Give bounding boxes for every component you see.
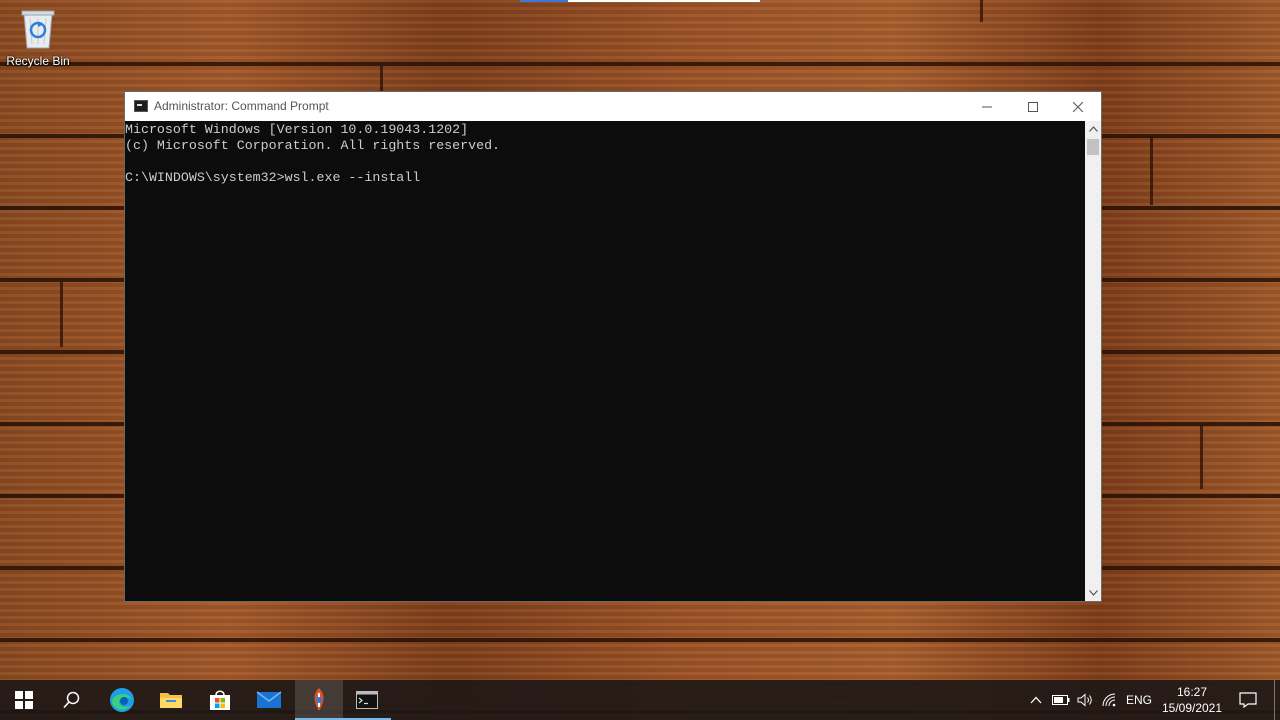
edge-icon xyxy=(110,688,134,712)
console-line: (c) Microsoft Corporation. All rights re… xyxy=(125,138,501,153)
taskbar-file-explorer[interactable] xyxy=(147,680,195,720)
show-hidden-icons-button[interactable] xyxy=(1026,680,1046,720)
app-icon xyxy=(314,688,324,711)
console-line: Microsoft Windows [Version 10.0.19043.12… xyxy=(125,122,469,137)
wood-seam xyxy=(1200,425,1203,489)
scroll-down-button[interactable] xyxy=(1085,585,1101,601)
close-button[interactable] xyxy=(1055,92,1101,121)
volume-button[interactable] xyxy=(1074,680,1096,720)
taskbar-store[interactable] xyxy=(196,680,244,720)
recycle-bin-icon xyxy=(21,10,55,49)
windows-logo-icon xyxy=(15,691,33,709)
wood-seam xyxy=(60,281,63,347)
taskbar-command-prompt[interactable] xyxy=(343,680,391,720)
cmd-icon xyxy=(356,691,378,709)
scroll-up-button[interactable] xyxy=(1085,121,1101,137)
speaker-icon xyxy=(1077,693,1092,707)
taskbar-active-app[interactable] xyxy=(295,680,343,720)
folder-icon xyxy=(160,693,182,708)
console-prompt-line: C:\WINDOWS\system32>wsl.exe --install xyxy=(125,170,421,185)
minimize-button[interactable] xyxy=(964,92,1010,121)
wood-seam xyxy=(380,66,383,94)
top-edge-strip xyxy=(520,0,760,2)
cmd-window-icon xyxy=(134,100,148,112)
taskbar: ENG 16:27 15/09/2021 xyxy=(0,680,1280,720)
vertical-scrollbar[interactable] xyxy=(1085,121,1101,601)
action-center-button[interactable] xyxy=(1234,680,1262,720)
wood-seam xyxy=(1150,137,1153,205)
taskbar-mail[interactable] xyxy=(245,680,293,720)
scrollbar-thumb[interactable] xyxy=(1087,139,1099,155)
notification-icon xyxy=(1239,692,1257,708)
recycle-bin-label: Recycle Bin xyxy=(6,54,70,68)
wood-seam xyxy=(980,0,983,22)
minimize-icon xyxy=(982,106,992,107)
start-button[interactable] xyxy=(0,680,48,720)
battery-icon xyxy=(1052,695,1070,705)
taskbar-edge[interactable] xyxy=(98,680,146,720)
network-button[interactable] xyxy=(1099,680,1121,720)
search-icon xyxy=(63,691,80,709)
clock-date: 15/09/2021 xyxy=(1161,701,1223,715)
chevron-up-icon xyxy=(1030,696,1042,704)
language-indicator[interactable]: ENG xyxy=(1124,680,1154,720)
chevron-up-icon xyxy=(1088,126,1098,132)
wifi-icon xyxy=(1102,693,1116,707)
maximize-button[interactable] xyxy=(1010,92,1056,121)
store-icon xyxy=(210,690,230,710)
command-prompt-window[interactable]: Administrator: Command Prompt Microsoft … xyxy=(124,91,1102,602)
mail-icon xyxy=(256,691,282,708)
search-button[interactable] xyxy=(48,680,96,720)
window-title: Administrator: Command Prompt xyxy=(154,99,329,113)
maximize-icon xyxy=(1028,101,1038,112)
chevron-down-icon xyxy=(1088,590,1098,596)
show-desktop-button[interactable] xyxy=(1274,680,1280,720)
clock[interactable]: 16:27 15/09/2021 xyxy=(1156,684,1228,716)
title-bar[interactable]: Administrator: Command Prompt xyxy=(125,92,1101,121)
recycle-bin[interactable]: Recycle Bin xyxy=(2,6,74,76)
clock-time: 16:27 xyxy=(1176,685,1208,699)
close-icon xyxy=(1073,101,1083,112)
battery-button[interactable] xyxy=(1050,680,1072,720)
console-output[interactable]: Microsoft Windows [Version 10.0.19043.12… xyxy=(125,121,1086,601)
